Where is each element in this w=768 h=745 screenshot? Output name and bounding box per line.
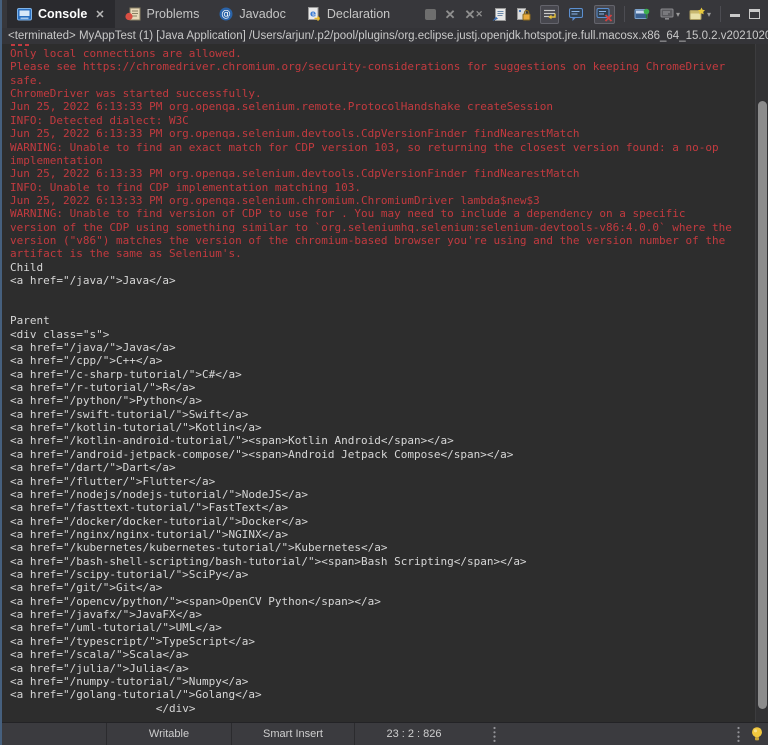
status-insert-mode: Smart Insert — [232, 723, 355, 745]
view-tab-bar: Console ✕ Problems @ — [2, 0, 768, 28]
word-wrap-icon[interactable] — [540, 5, 559, 24]
remove-all-terminated-icon[interactable]: ✕✕ — [465, 8, 483, 21]
minimize-icon[interactable] — [730, 12, 740, 17]
status-cursor-position: 23 : 2 : 826 — [355, 723, 473, 745]
tab-javadoc[interactable]: @ Javadoc — [209, 0, 296, 28]
vertical-scrollbar[interactable] — [755, 44, 768, 722]
chevron-down-icon: ▾ — [676, 10, 680, 19]
toolbar-separator — [720, 6, 721, 22]
declaration-icon: e — [306, 7, 321, 21]
javadoc-icon: @ — [219, 7, 233, 21]
tab-declaration[interactable]: e Declaration — [296, 0, 400, 28]
status-bar: Writable Smart Insert 23 : 2 : 826 — [2, 722, 768, 745]
statusbar-drag-handle[interactable] — [473, 723, 516, 745]
problems-icon — [125, 7, 141, 21]
open-console-icon[interactable]: ▾ — [689, 7, 711, 21]
tab-problems-label: Problems — [147, 7, 200, 21]
status-writable: Writable — [107, 723, 232, 745]
clipped-line-fragment — [11, 44, 15, 46]
show-stderr-icon[interactable] — [594, 5, 615, 24]
vertical-dots-icon[interactable] — [737, 726, 740, 743]
clear-console-icon[interactable] — [492, 7, 507, 22]
console-stderr-text: Only local connections are allowed. Plea… — [10, 47, 733, 261]
svg-text:@: @ — [222, 9, 232, 20]
tab-problems[interactable]: Problems — [115, 0, 210, 28]
console-icon — [17, 8, 32, 21]
status-empty-cell — [2, 723, 107, 745]
show-stdout-icon[interactable] — [568, 7, 585, 22]
eclipse-console-view: Console ✕ Problems @ — [0, 0, 768, 745]
console-toolbar: ✕ ✕✕ — [425, 0, 768, 28]
remove-launch-icon[interactable]: ✕ — [445, 8, 456, 21]
console-text: Only local connections are allowed. Plea… — [2, 44, 768, 715]
console-process-label: <terminated> MyAppTest (1) [Java Applica… — [2, 28, 768, 44]
display-selected-console-icon[interactable]: ▾ — [660, 8, 680, 21]
terminate-icon[interactable] — [425, 9, 436, 20]
pin-console-icon[interactable] — [634, 7, 651, 22]
lightbulb-icon[interactable] — [750, 726, 764, 742]
tab-console-label: Console — [38, 7, 87, 21]
tab-javadoc-label: Javadoc — [239, 7, 286, 21]
close-icon[interactable]: ✕ — [95, 8, 104, 21]
toolbar-separator — [624, 6, 625, 22]
chevron-down-icon: ▾ — [707, 10, 711, 19]
tab-declaration-label: Declaration — [327, 7, 390, 21]
scrollbar-thumb[interactable] — [758, 101, 767, 709]
console-stdout-text: Child <a href="/java/">Java</a> Parent <… — [10, 261, 733, 715]
tab-console[interactable]: Console ✕ — [7, 0, 115, 28]
scroll-lock-icon[interactable] — [516, 7, 531, 22]
vertical-dots-icon — [493, 726, 496, 743]
statusbar-right — [737, 723, 768, 745]
maximize-icon[interactable] — [749, 9, 760, 19]
console-output-area[interactable]: Only local connections are allowed. Plea… — [2, 44, 768, 722]
